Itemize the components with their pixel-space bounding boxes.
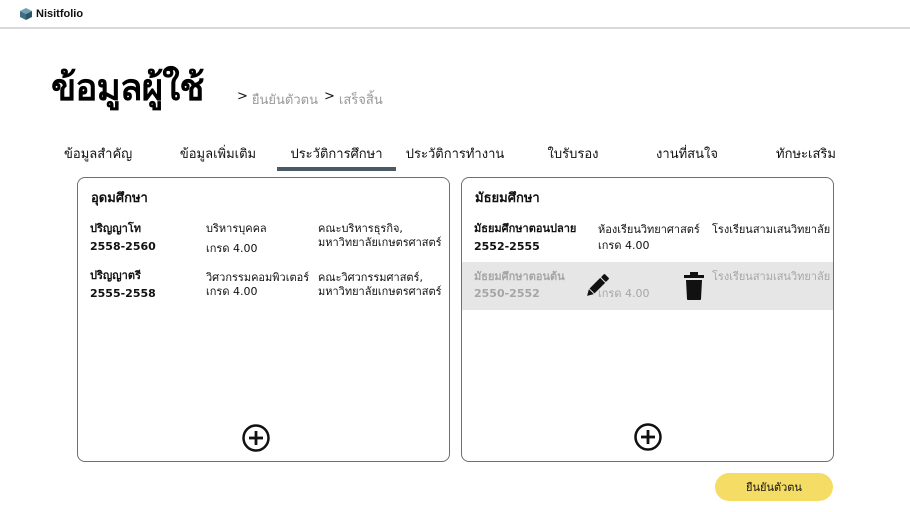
plus-circle-icon — [242, 424, 270, 452]
level-label: มัธยมศึกษาตอนปลาย — [474, 222, 577, 235]
cube-icon — [20, 8, 32, 20]
pencil-icon — [587, 274, 609, 296]
degree-label: ปริญญาตรี — [90, 269, 141, 282]
delete-button[interactable] — [683, 272, 705, 300]
grade: เกรด 4.00 — [206, 285, 258, 298]
university: มหาวิทยาลัยเกษตรศาสตร์ — [318, 236, 442, 249]
tab-certificates[interactable]: ใบรับรอง — [541, 143, 605, 171]
page-title: ข้อมูลผู้ใช้ — [51, 66, 204, 109]
degree-years: 2555-2558 — [90, 287, 156, 300]
grade: เกรด 4.00 — [598, 239, 650, 252]
level-years: 2552-2555 — [474, 240, 540, 253]
tab-important-info[interactable]: ข้อมูลสำคัญ — [64, 143, 136, 171]
major: บริหารบุคคล — [206, 222, 267, 235]
tab-additional-info[interactable]: ข้อมูลเพิ่มเติม — [176, 143, 260, 171]
selected-row[interactable]: มัธยมศึกษาตอนต้น 2550-2552 เกรด 4.00 โรง… — [462, 262, 833, 310]
higher-education-card: อุดมศึกษา ปริญญาโท 2558-2560 บริหารบุคคล… — [77, 177, 450, 462]
school: โรงเรียนสามเสนวิทยาลัย — [712, 270, 831, 283]
confirm-identity-button[interactable]: ยืนยันตัวตน — [715, 473, 833, 501]
grade: เกรด 4.00 — [206, 242, 258, 255]
tab-work-history[interactable]: ประวัติการทำงาน — [405, 143, 505, 171]
tab-interested-jobs[interactable]: งานที่สนใจ — [651, 143, 723, 171]
add-higher-education-button[interactable] — [241, 423, 271, 453]
tab-extra-skills[interactable]: ทักษะเสริม — [772, 143, 840, 171]
program: ห้องเรียนวิทยาศาสตร์ — [598, 223, 700, 236]
tab-education-history[interactable]: ประวัติการศึกษา — [277, 143, 396, 171]
breadcrumb: > ยืนยันตัวตน > เสร็จสิ้น — [237, 89, 383, 110]
level-label: มัธยมศึกษาตอนต้น — [474, 270, 565, 283]
degree-label: ปริญญาโท — [90, 222, 141, 235]
add-secondary-education-button[interactable] — [633, 422, 663, 452]
app-name: Nisitfolio — [36, 8, 84, 20]
degree-years: 2558-2560 — [90, 240, 156, 253]
step-done: เสร็จสิ้น — [338, 93, 383, 108]
app-logo[interactable]: Nisitfolio — [19, 7, 83, 21]
trash-icon — [684, 272, 704, 300]
university: มหาวิทยาลัยเกษตรศาสตร์ — [318, 285, 442, 298]
card-title: มัธยมศึกษา — [475, 191, 540, 206]
step-verify: ยืนยันตัวตน — [251, 93, 318, 108]
edit-button[interactable] — [583, 272, 611, 300]
top-bar: Nisitfolio — [0, 0, 910, 29]
step-separator: > — [324, 89, 335, 104]
secondary-education-card: มัธยมศึกษา มัธยมศึกษาตอนปลาย 2552-2555 ห… — [461, 177, 834, 462]
profile-tabs: ข้อมูลสำคัญ ข้อมูลเพิ่มเติม ประวัติการศึ… — [0, 143, 910, 171]
step-separator: > — [237, 89, 248, 104]
plus-circle-icon — [634, 423, 662, 451]
level-years: 2550-2552 — [474, 287, 540, 300]
card-title: อุดมศึกษา — [91, 191, 148, 206]
school: โรงเรียนสามเสนวิทยาลัย — [712, 223, 831, 236]
